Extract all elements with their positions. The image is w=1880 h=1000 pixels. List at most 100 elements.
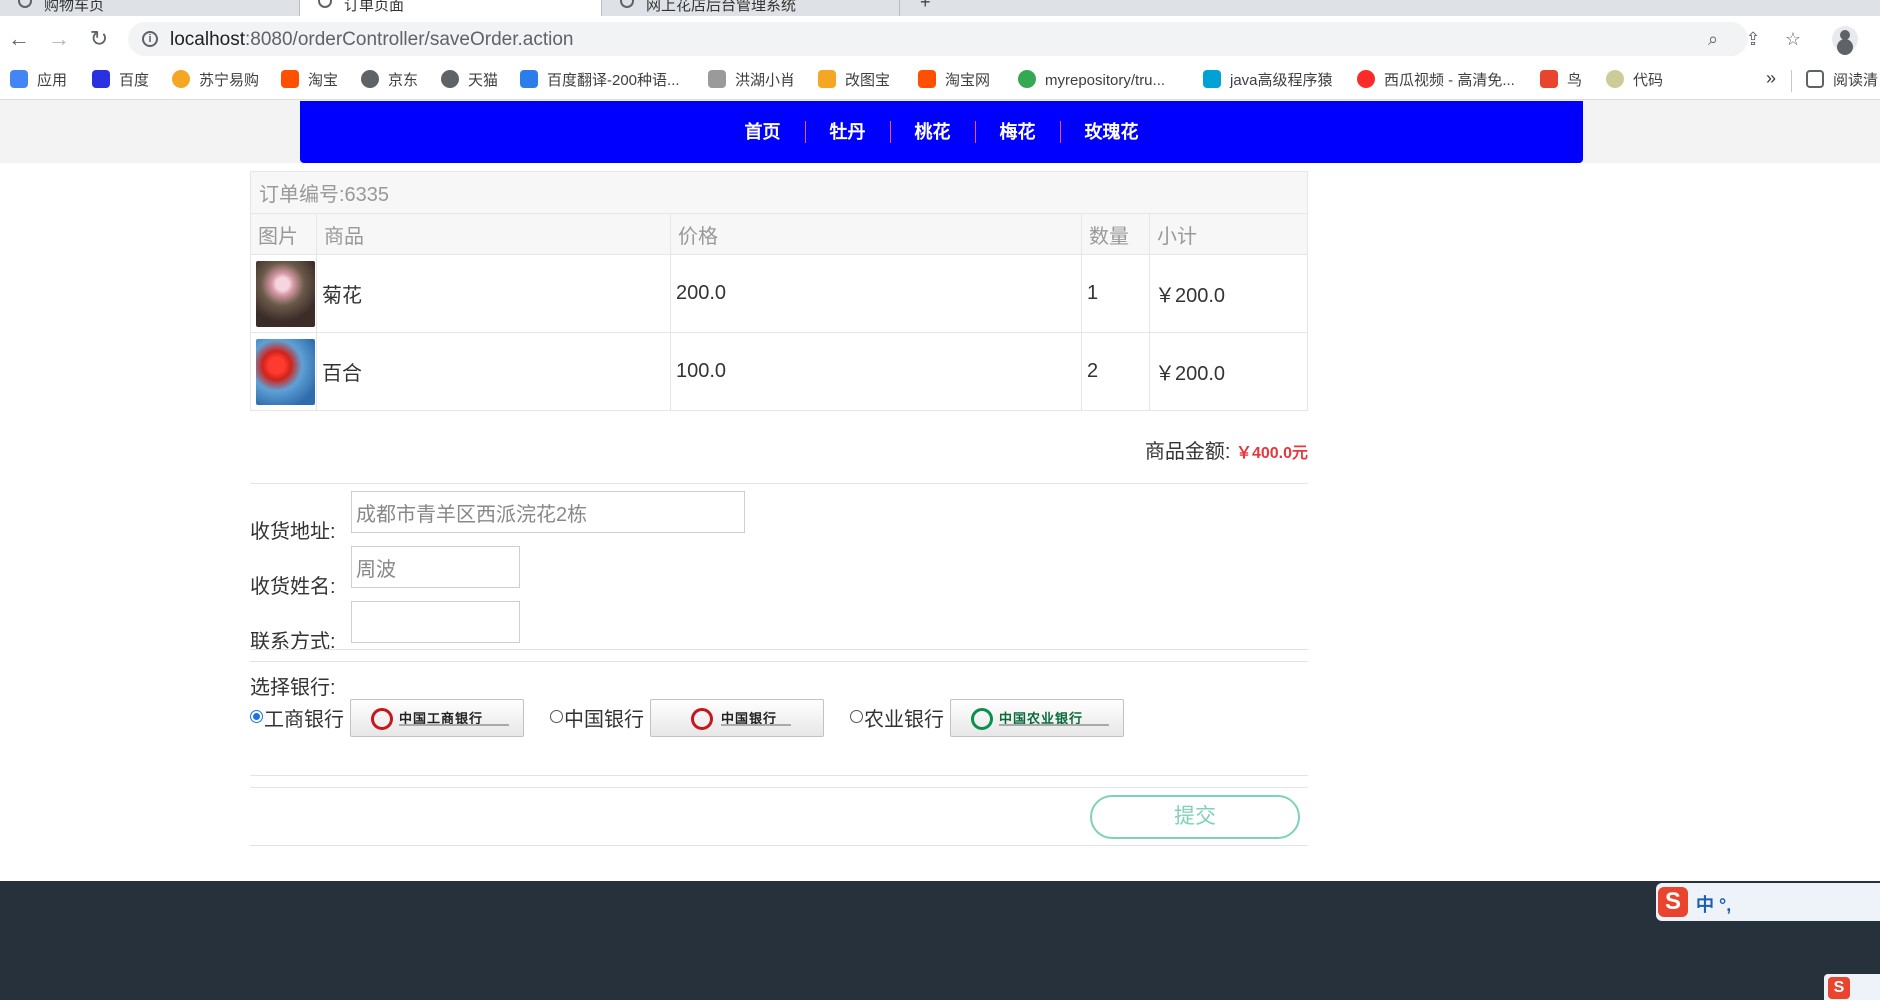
- bookmark-item[interactable]: 改图宝: [818, 70, 890, 92]
- bank-radio-boc[interactable]: [550, 710, 563, 723]
- logo-subtitle-line: [721, 724, 791, 726]
- chrome-icon: [1018, 70, 1036, 88]
- bookmark-item[interactable]: 应用: [10, 70, 67, 92]
- bookmark-item[interactable]: 鸟: [1540, 70, 1582, 92]
- address-label: 收货地址:: [250, 521, 336, 543]
- header-product: 商品: [316, 213, 671, 255]
- divider: [250, 845, 1308, 846]
- forward-icon[interactable]: →: [46, 26, 72, 52]
- profile-avatar-icon[interactable]: [1832, 26, 1858, 52]
- site-navbar: 首页 牡丹 桃花 梅花 玫瑰花: [300, 101, 1583, 163]
- bookmark-item[interactable]: 西瓜视频 - 高清免...: [1357, 70, 1515, 92]
- xigua-icon: [1357, 70, 1375, 88]
- divider: [250, 483, 1308, 484]
- globe-icon: [318, 0, 332, 8]
- bank-name: 中国银行: [564, 709, 644, 731]
- bookmark-item[interactable]: 京东: [361, 70, 418, 92]
- code-icon: [1606, 70, 1624, 88]
- abc-emblem-icon: [971, 708, 993, 730]
- sogou-ime-icon[interactable]: S: [1828, 977, 1850, 999]
- address-bar[interactable]: i localhost:8080/orderController/saveOrd…: [128, 22, 1801, 56]
- bookmark-item[interactable]: 苏宁易购: [172, 70, 259, 92]
- logo-subtitle-line: [999, 724, 1109, 726]
- globe-icon: [441, 70, 459, 88]
- header-image: 图片: [250, 213, 317, 255]
- bookmark-item[interactable]: 淘宝网: [918, 70, 990, 92]
- nav-item-rose[interactable]: 玫瑰花: [1059, 121, 1163, 143]
- nav-item-plum[interactable]: 梅花: [974, 121, 1060, 143]
- suning-icon: [172, 70, 190, 88]
- recipient-name-input[interactable]: [351, 546, 520, 588]
- url-text: localhost:8080/orderController/saveOrder…: [170, 29, 574, 50]
- table-row: 百合 100.0 2 ￥200.0: [250, 332, 1308, 411]
- logo-subtitle-line: [399, 724, 509, 726]
- product-quantity: 1: [1081, 254, 1150, 333]
- bookmarks-bar: 应用 百度 苏宁易购 淘宝 京东 天猫 百度翻译-200种语... 洪湖小肖 改…: [0, 62, 1880, 100]
- product-image[interactable]: [256, 338, 315, 405]
- nav-item-peony[interactable]: 牡丹: [804, 121, 890, 143]
- product-image-cell: [250, 254, 317, 333]
- product-image[interactable]: [256, 260, 315, 327]
- share-icon[interactable]: ⇪: [1742, 28, 1764, 50]
- divider: [250, 661, 1308, 662]
- sogou-ime-icon[interactable]: S: [1658, 887, 1688, 917]
- abc-logo[interactable]: 中国农业银行: [950, 699, 1124, 737]
- order-table: 订单编号:6335 图片 商品 价格 数量 小计 菊花 200.0 1 ￥200…: [250, 171, 1308, 411]
- bank-name: 工商银行: [264, 709, 344, 731]
- bookmark-star-icon[interactable]: ☆: [1782, 28, 1804, 50]
- taobao-icon: [918, 70, 936, 88]
- site-info-icon[interactable]: i: [142, 31, 158, 47]
- zoom-icon[interactable]: ⌕: [1702, 28, 1724, 50]
- globe-icon: [18, 0, 32, 8]
- bookmark-item[interactable]: java高级程序猿: [1203, 70, 1333, 92]
- icbc-logo[interactable]: 中国工商银行: [350, 699, 524, 737]
- reading-list-icon: [1806, 70, 1824, 88]
- reading-list-button[interactable]: 阅读清: [1806, 70, 1878, 92]
- product-price: 200.0: [670, 254, 1082, 333]
- header-subtotal: 小计: [1149, 213, 1308, 255]
- tab-title: 订单页面: [344, 0, 405, 14]
- back-icon[interactable]: ←: [6, 26, 32, 52]
- new-tab-icon[interactable]: +: [920, 0, 931, 13]
- product-image-cell: [250, 332, 317, 411]
- ime-toolbar[interactable]: S 中 °,: [1656, 883, 1880, 921]
- nav-item-peach[interactable]: 桃花: [889, 121, 975, 143]
- phone-input[interactable]: [351, 601, 520, 643]
- browser-tab[interactable]: 网上花店后台管理系统: [602, 0, 900, 16]
- bookmark-item[interactable]: myrepository/tru...: [1018, 70, 1165, 92]
- reload-icon[interactable]: ↻: [86, 26, 112, 52]
- browser-tab[interactable]: 购物车页: [0, 0, 300, 16]
- ime-tray[interactable]: S: [1824, 974, 1880, 1000]
- bookmark-item[interactable]: 淘宝: [281, 70, 338, 92]
- bank-radio-icbc[interactable]: [250, 710, 263, 723]
- boc-logo[interactable]: 中国银行: [650, 699, 824, 737]
- total-amount: ￥400.0元: [1235, 445, 1308, 462]
- tab-title: 购物车页: [44, 0, 105, 14]
- tab-title: 网上花店后台管理系统: [646, 0, 797, 14]
- bookmark-item[interactable]: 百度: [92, 70, 149, 92]
- bookmark-item[interactable]: 百度翻译-200种语...: [520, 70, 680, 92]
- nav-item-home[interactable]: 首页: [721, 121, 805, 143]
- bookmark-item[interactable]: 天猫: [441, 70, 498, 92]
- bookmarks-overflow-icon[interactable]: »: [1766, 68, 1776, 89]
- baidu-paw-icon: [92, 70, 110, 88]
- product-subtotal: ￥200.0: [1149, 332, 1308, 411]
- order-number: 订单编号:6335: [250, 171, 1308, 214]
- browser-tab-active[interactable]: 订单页面: [300, 0, 602, 16]
- product-price: 100.0: [670, 332, 1082, 411]
- ime-mode-text[interactable]: 中 °,: [1696, 891, 1731, 917]
- bookmark-item[interactable]: 洪湖小肖: [708, 70, 795, 92]
- icbc-emblem-icon: [371, 708, 393, 730]
- name-label: 收货姓名:: [250, 576, 336, 598]
- page-footer: [0, 881, 1880, 1000]
- boc-emblem-icon: [691, 708, 713, 730]
- product-subtotal: ￥200.0: [1149, 254, 1308, 333]
- bank-select-label: 选择银行:: [250, 677, 336, 699]
- bookmark-item[interactable]: 代码: [1606, 70, 1663, 92]
- product-name: 菊花: [316, 254, 671, 333]
- bank-radio-abc[interactable]: [850, 710, 863, 723]
- submit-button[interactable]: 提交: [1090, 795, 1300, 839]
- address-input[interactable]: [351, 491, 745, 533]
- order-total: 商品金额: ￥400.0元: [1100, 435, 1308, 464]
- gaitubao-icon: [818, 70, 836, 88]
